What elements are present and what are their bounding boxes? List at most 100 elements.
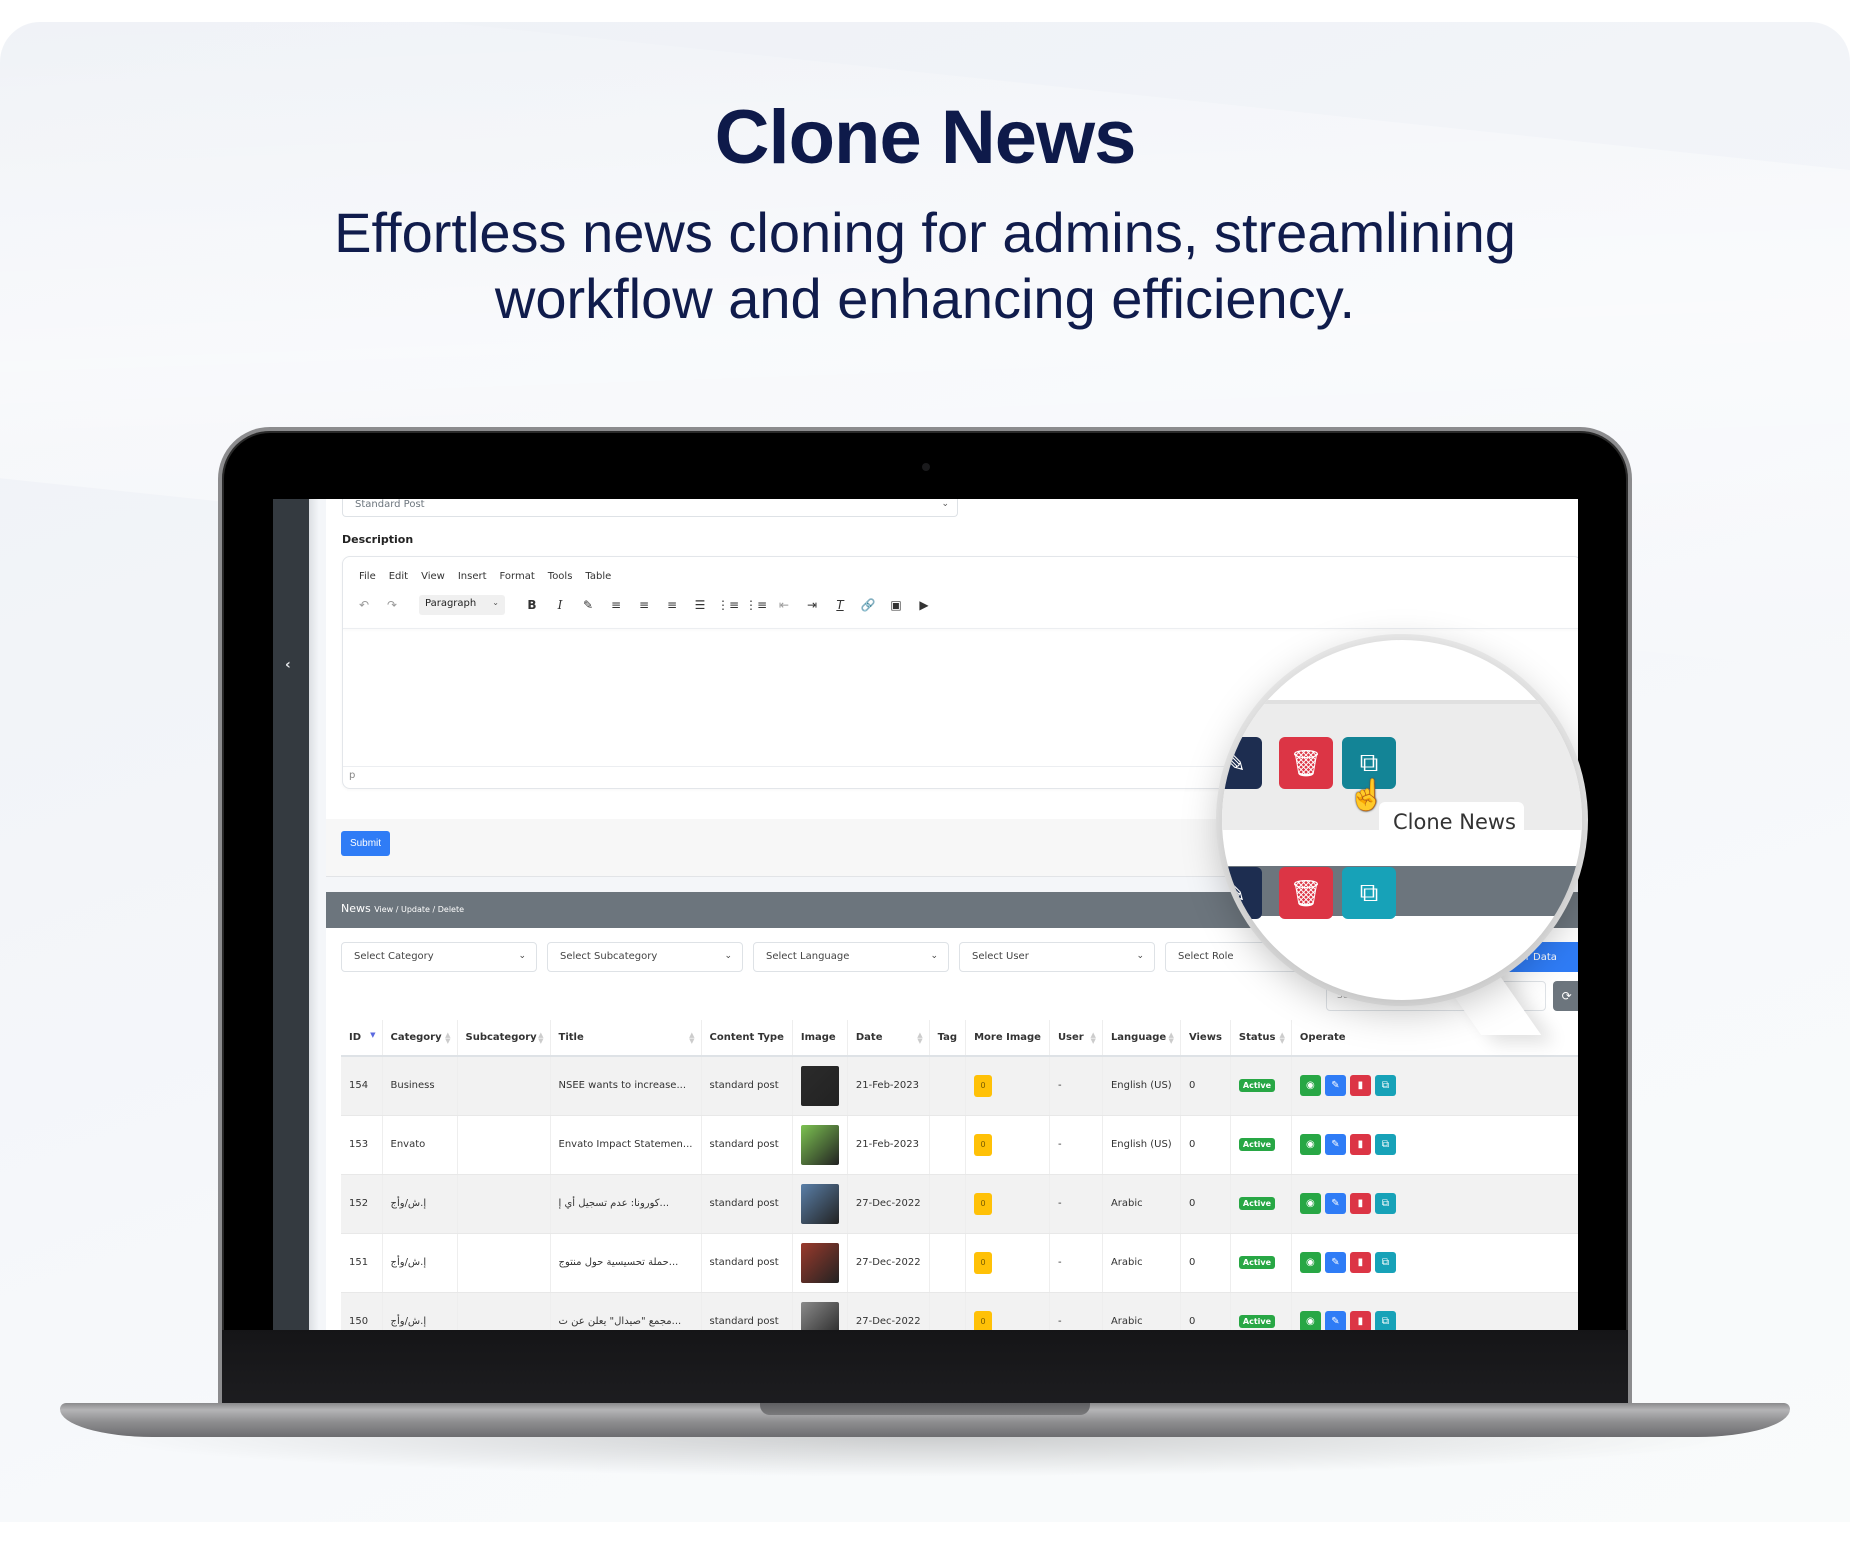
italic-icon[interactable]: I xyxy=(551,596,569,614)
delete-button[interactable]: ▮ xyxy=(1349,1311,1371,1330)
menu-insert[interactable]: Insert xyxy=(458,571,487,582)
trash-icon: ▮ xyxy=(1357,1080,1364,1092)
sidebar-collapse-chevron-icon[interactable]: ‹ xyxy=(285,657,291,673)
column-header-date[interactable]: Date ▲ ▼ xyxy=(847,1020,930,1057)
column-header-language[interactable]: Language ▲ ▼ xyxy=(1102,1020,1181,1057)
language-filter-select[interactable]: Select Language ⌄ xyxy=(753,942,949,972)
more-image-count-badge[interactable]: 0 xyxy=(974,1251,993,1274)
language-text: Arabic xyxy=(1110,1198,1143,1209)
delete-button[interactable]: ▮ xyxy=(1349,1075,1371,1097)
title-text[interactable]: Envato Impact Statemen... xyxy=(559,1139,693,1150)
edit-button[interactable]: ✎ xyxy=(1324,1134,1346,1155)
column-header-title[interactable]: Title ▲ ▼ xyxy=(550,1020,702,1057)
view-button[interactable]: ◉ xyxy=(1299,1134,1321,1155)
align-justify-icon[interactable]: ☰ xyxy=(691,596,709,614)
column-header-category[interactable]: Category ▲ ▼ xyxy=(382,1020,458,1057)
more-image-count-badge[interactable]: 0 xyxy=(974,1133,993,1156)
column-header-views: Views xyxy=(1180,1020,1231,1057)
edit-button[interactable]: ✎ xyxy=(1324,1252,1346,1273)
view-button[interactable]: ◉ xyxy=(1299,1311,1321,1330)
news-thumbnail[interactable] xyxy=(800,1124,839,1165)
magnified-delete-button-2[interactable]: 🗑 xyxy=(1279,867,1333,919)
menu-table[interactable]: Table xyxy=(585,571,611,582)
title-text[interactable]: NSEE wants to increase... xyxy=(559,1080,687,1091)
clone-icon: ⧉ xyxy=(1359,747,1379,777)
edit-button[interactable]: ✎ xyxy=(1324,1311,1346,1330)
magnified-edit-button-2[interactable]: ✎ xyxy=(1222,867,1262,919)
content-type-select[interactable]: Standard Post ⌄ xyxy=(342,499,958,517)
column-header-tag: Tag xyxy=(929,1020,967,1057)
link-icon[interactable]: 🔗 xyxy=(859,596,877,614)
indent-icon[interactable]: ⇥ xyxy=(803,596,821,614)
title-text[interactable]: ...مجمع "صيدال" يعلن عن ت xyxy=(559,1316,682,1327)
view-button[interactable]: ◉ xyxy=(1299,1075,1321,1097)
column-header-id[interactable]: ID ▼ xyxy=(341,1020,383,1057)
redo-icon[interactable]: ↷ xyxy=(383,596,401,614)
cell-category: إ.ش/وأج xyxy=(382,1292,458,1330)
align-center-icon[interactable]: ≡ xyxy=(635,596,653,614)
image-icon[interactable]: ▣ xyxy=(887,596,905,614)
more-image-count-badge[interactable]: 0 xyxy=(974,1192,993,1215)
magnified-edit-button[interactable]: ✎ xyxy=(1222,737,1262,789)
views-text: 0 xyxy=(1188,1139,1196,1150)
align-right-icon[interactable]: ≡ xyxy=(663,596,681,614)
menu-file[interactable]: File xyxy=(359,571,376,582)
cell-id: 154 xyxy=(341,1056,383,1116)
user-filter-select[interactable]: Select User ⌄ xyxy=(959,942,1155,972)
column-header-status[interactable]: Status ▲ ▼ xyxy=(1230,1020,1292,1057)
menu-view[interactable]: View xyxy=(421,571,445,582)
news-thumbnail[interactable] xyxy=(800,1242,839,1283)
cell-subcategory xyxy=(457,1233,551,1293)
clone-button[interactable]: ⧉ xyxy=(1374,1252,1396,1273)
clone-button[interactable]: ⧉ xyxy=(1374,1311,1396,1330)
cell-content-type: standard post xyxy=(701,1174,793,1234)
block-format-select[interactable]: Paragraph ⌄ xyxy=(419,595,505,615)
view-button[interactable]: ◉ xyxy=(1299,1252,1321,1273)
more-image-count-badge[interactable]: 0 xyxy=(974,1310,993,1330)
more-image-count-badge[interactable]: 0 xyxy=(974,1074,993,1097)
table-row: 151 إ.ش/وأج ...حملة تحسيسية حول منتوج stand… xyxy=(341,1233,1578,1293)
menu-format[interactable]: Format xyxy=(500,571,535,582)
column-header-user[interactable]: User ▲ ▼ xyxy=(1049,1020,1103,1057)
media-icon[interactable]: ▶ xyxy=(915,596,933,614)
magnified-clone-button-2[interactable]: ⧉ xyxy=(1342,867,1396,919)
highlight-icon[interactable]: ✎ xyxy=(579,596,597,614)
outdent-icon[interactable]: ⇤ xyxy=(775,596,793,614)
news-header-subtitle: View / Update / Delete xyxy=(374,905,465,914)
table-tools: ⟳ ▦▾ xyxy=(1553,981,1578,1011)
bold-icon[interactable]: B xyxy=(523,596,541,614)
magnified-delete-button[interactable]: 🗑 xyxy=(1279,737,1333,789)
cell-more-image: 0 xyxy=(965,1174,1050,1234)
edit-button[interactable]: ✎ xyxy=(1324,1193,1346,1214)
cell-operate: ◉ ✎ ▮ ⧉ xyxy=(1291,1233,1578,1293)
delete-button[interactable]: ▮ xyxy=(1349,1252,1371,1273)
clone-button[interactable]: ⧉ xyxy=(1374,1193,1396,1214)
news-thumbnail[interactable] xyxy=(800,1301,839,1330)
delete-button[interactable]: ▮ xyxy=(1349,1193,1371,1214)
undo-icon[interactable]: ↶ xyxy=(355,596,373,614)
view-button[interactable]: ◉ xyxy=(1299,1193,1321,1214)
news-thumbnail[interactable] xyxy=(800,1065,839,1106)
clone-button[interactable]: ⧉ xyxy=(1374,1134,1396,1155)
news-thumbnail[interactable] xyxy=(800,1183,839,1224)
date-text: 27-Dec-2022 xyxy=(855,1316,921,1327)
submit-button[interactable]: Submit xyxy=(341,831,390,856)
column-header-subcategory[interactable]: Subcategory ▲ ▼ xyxy=(457,1020,551,1057)
category-filter-select[interactable]: Select Category ⌄ xyxy=(341,942,537,972)
bullet-list-icon[interactable]: ⋮≡ xyxy=(717,596,739,614)
align-left-icon[interactable]: ≡ xyxy=(607,596,625,614)
cell-language: Arabic xyxy=(1102,1233,1181,1293)
numbered-list-icon[interactable]: ⋮≡ xyxy=(745,596,767,614)
title-text[interactable]: ...كورونا: عدم تسجيل أي إ xyxy=(559,1198,670,1209)
refresh-icon[interactable]: ⟳ xyxy=(1562,989,1572,1003)
subcategory-filter-select[interactable]: Select Subcategory ⌄ xyxy=(547,942,743,972)
clone-button[interactable]: ⧉ xyxy=(1374,1075,1396,1097)
content-type-text: standard post xyxy=(709,1257,779,1268)
menu-edit[interactable]: Edit xyxy=(389,571,408,582)
clear-format-icon[interactable]: T xyxy=(831,596,849,614)
delete-button[interactable]: ▮ xyxy=(1349,1134,1371,1155)
trash-icon: 🗑 xyxy=(1289,747,1323,778)
edit-button[interactable]: ✎ xyxy=(1324,1075,1346,1097)
menu-tools[interactable]: Tools xyxy=(548,571,573,582)
title-text[interactable]: ...حملة تحسيسية حول منتوج xyxy=(559,1257,679,1268)
